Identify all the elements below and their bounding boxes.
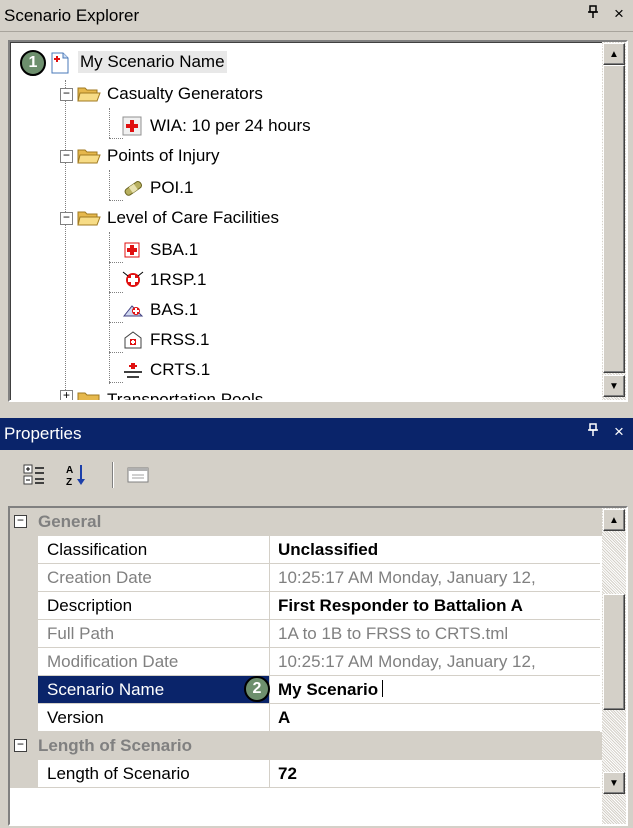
tree-item-1rsp[interactable]: 1RSP.1 <box>122 266 206 294</box>
property-row-classification[interactable]: Classification Unclassified <box>10 536 626 564</box>
property-name-selected: Scenario Name <box>38 676 270 704</box>
scenario-tree[interactable]: My Scenario Name − Casualty Generators W… <box>8 40 628 402</box>
tree-item-label: CRTS.1 <box>150 360 211 379</box>
property-name: Full Path <box>38 620 270 648</box>
folder-open-icon <box>77 147 101 165</box>
categorized-view-icon[interactable] <box>20 462 48 488</box>
alphabetical-sort-icon[interactable]: AZ <box>62 462 90 488</box>
property-row-modification-date[interactable]: Modification Date 10:25:17 AM Monday, Ja… <box>10 648 626 676</box>
surgical-unit-icon <box>122 330 144 350</box>
scenario-name-input[interactable]: My Scenario <box>270 676 600 704</box>
property-row-description[interactable]: Description First Responder to Battalion… <box>10 592 626 620</box>
scroll-up-icon[interactable]: ▲ <box>603 509 625 531</box>
tree-item-label: 1RSP.1 <box>150 270 207 289</box>
pin-icon[interactable] <box>585 4 601 24</box>
properties-scrollbar[interactable]: ▲ ▼ <box>602 508 626 824</box>
tree-item-label: SBA.1 <box>150 240 199 259</box>
properties-title: Properties <box>4 424 82 443</box>
property-name: Modification Date <box>38 648 270 676</box>
collapse-icon[interactable]: − <box>60 87 73 101</box>
scroll-up-icon[interactable]: ▲ <box>603 43 625 65</box>
close-icon[interactable]: × <box>611 4 627 24</box>
svg-text:A: A <box>66 465 73 476</box>
tree-group-casualty-generators[interactable]: − Casualty Generators <box>60 80 263 108</box>
tree-item-crts[interactable]: CRTS.1 <box>122 356 210 384</box>
collapse-icon[interactable]: − <box>60 211 73 225</box>
tree-group-transportation-pools[interactable]: + Transportation Pools <box>60 390 264 402</box>
property-row-creation-date[interactable]: Creation Date 10:25:17 AM Monday, Januar… <box>10 564 626 592</box>
tree-item-label: POI.1 <box>150 178 194 197</box>
property-value: 1A to 1B to FRSS to CRTS.tml <box>270 620 600 648</box>
scenario-explorer-title: Scenario Explorer <box>4 6 140 25</box>
tree-item-frss[interactable]: FRSS.1 <box>122 326 210 354</box>
tree-root-label: My Scenario Name <box>78 51 227 73</box>
pin-icon[interactable] <box>585 422 601 442</box>
tree-item-bas[interactable]: BAS.1 <box>122 296 198 324</box>
responder-icon <box>122 270 144 290</box>
properties-titlebar: Properties × <box>0 418 633 450</box>
collapse-icon[interactable]: − <box>60 149 73 163</box>
tree-item-label: FRSS.1 <box>150 330 210 349</box>
expand-icon[interactable]: + <box>60 390 73 400</box>
toolbar-separator <box>112 462 114 488</box>
property-value[interactable]: First Responder to Battalion A <box>270 592 600 620</box>
scroll-thumb[interactable] <box>603 594 625 710</box>
scenario-document-icon <box>50 52 72 74</box>
property-value: 10:25:17 AM Monday, January 12, <box>270 564 600 592</box>
category-general[interactable]: − General <box>10 508 626 536</box>
properties-toolbar: AZ <box>0 450 633 500</box>
property-name: Description <box>38 592 270 620</box>
tree-group-label: Casualty Generators <box>107 84 263 103</box>
category-label: General <box>38 512 102 531</box>
callout-badge-2: 2 <box>244 676 270 702</box>
text-caret <box>382 680 384 697</box>
property-name: Creation Date <box>38 564 270 592</box>
category-label: Length of Scenario <box>38 736 192 755</box>
property-name: Version <box>38 704 270 732</box>
property-value[interactable]: Unclassified <box>270 536 600 564</box>
svg-text:Z: Z <box>66 477 72 487</box>
tree-item-poi[interactable]: POI.1 <box>122 174 193 202</box>
tree-group-level-of-care[interactable]: − Level of Care Facilities <box>60 204 279 232</box>
property-row-scenario-name[interactable]: Scenario Name My Scenario <box>10 676 626 704</box>
collapse-icon[interactable]: − <box>14 515 27 528</box>
collapse-icon[interactable]: − <box>14 739 27 752</box>
property-row-full-path[interactable]: Full Path 1A to 1B to FRSS to CRTS.tml <box>10 620 626 648</box>
folder-icon <box>77 390 101 400</box>
scroll-thumb[interactable] <box>603 65 625 373</box>
tree-item-sba[interactable]: SBA.1 <box>122 236 198 264</box>
tree-group-label: Transportation Pools <box>107 390 264 402</box>
scroll-down-icon[interactable]: ▼ <box>603 375 625 397</box>
tree-group-label: Level of Care Facilities <box>107 208 279 227</box>
tree-item-label: WIA: 10 per 24 hours <box>150 116 311 135</box>
property-row-version[interactable]: Version A <box>10 704 626 732</box>
property-name: Length of Scenario <box>38 760 270 788</box>
explorer-scrollbar[interactable]: ▲ ▼ <box>602 42 626 400</box>
red-cross-icon <box>122 240 144 260</box>
close-icon[interactable]: × <box>611 422 627 442</box>
property-grid[interactable]: − General Classification Unclassified Cr… <box>8 506 628 826</box>
scroll-down-icon[interactable]: ▼ <box>603 772 625 794</box>
tree-item-label: BAS.1 <box>150 300 199 319</box>
trauma-team-icon <box>122 360 144 380</box>
tree-group-label: Points of Injury <box>107 146 220 165</box>
tree-item-wia[interactable]: WIA: 10 per 24 hours <box>122 112 311 140</box>
property-name: Classification <box>38 536 270 564</box>
bandage-icon <box>122 178 144 198</box>
folder-open-icon <box>77 209 101 227</box>
callout-badge-1: 1 <box>20 50 46 76</box>
tree-group-points-of-injury[interactable]: − Points of Injury <box>60 142 219 170</box>
property-value: 10:25:17 AM Monday, January 12, <box>270 648 600 676</box>
property-row-length-of-scenario[interactable]: Length of Scenario 72 <box>10 760 626 788</box>
category-length-of-scenario[interactable]: − Length of Scenario <box>10 732 626 760</box>
property-value[interactable]: A <box>270 704 600 732</box>
scenario-explorer-titlebar: Scenario Explorer × <box>0 0 633 32</box>
property-value[interactable]: 72 <box>270 760 600 788</box>
folder-open-icon <box>77 85 101 103</box>
red-cross-icon <box>122 116 144 136</box>
property-pages-icon[interactable] <box>124 462 152 488</box>
tree-root-item[interactable]: My Scenario Name <box>50 48 227 76</box>
input-text: My Scenario <box>278 680 379 699</box>
aid-station-icon <box>122 300 144 320</box>
